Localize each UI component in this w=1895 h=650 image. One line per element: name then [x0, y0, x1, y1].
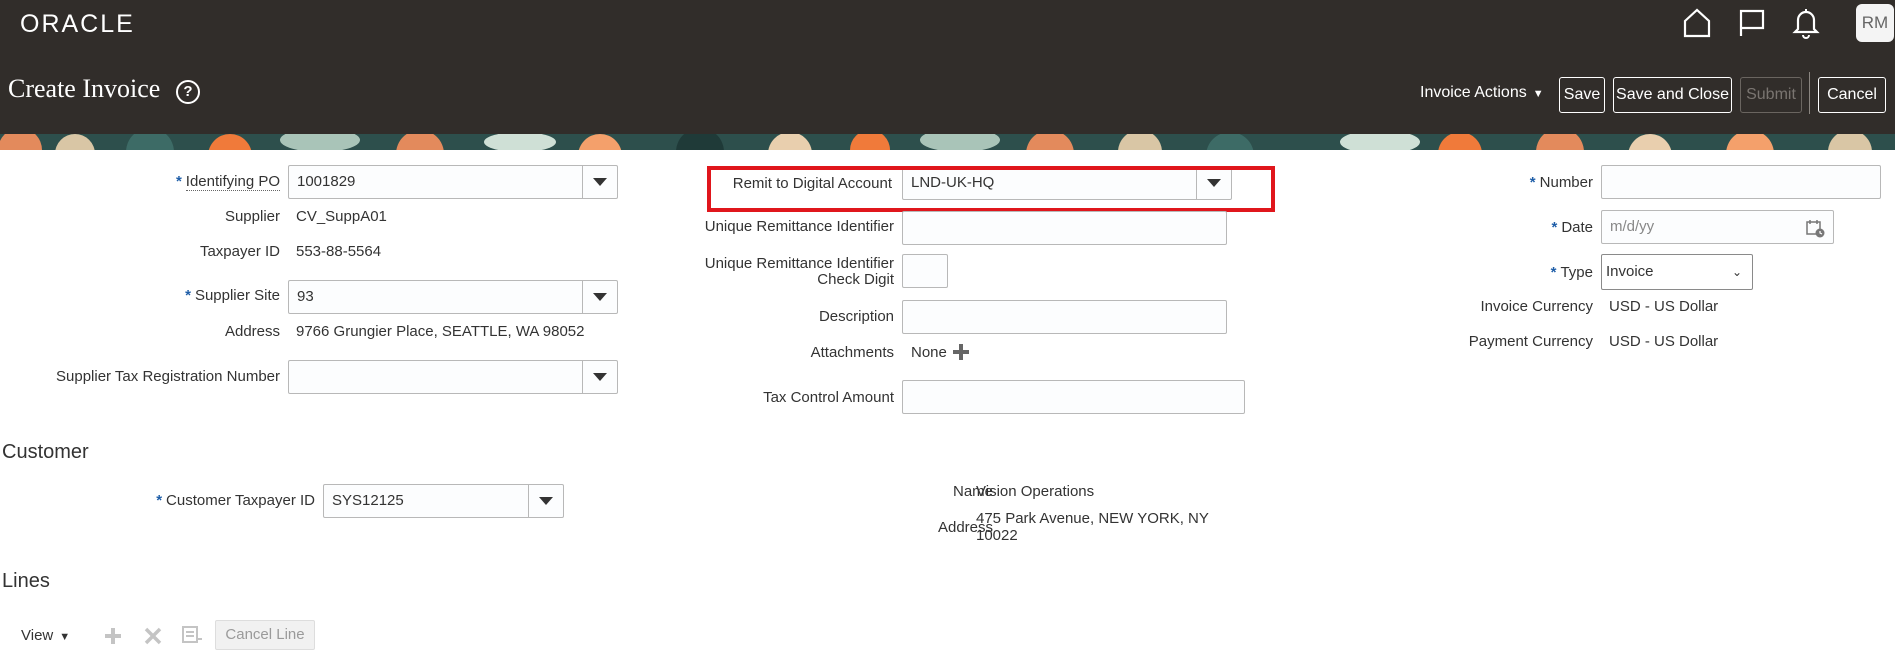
- attachments-label: Attachments: [810, 344, 894, 361]
- caret-down-icon: ▼: [59, 631, 71, 643]
- delete-line-icon[interactable]: [143, 626, 163, 646]
- lines-section-title: Lines: [2, 570, 50, 592]
- date-placeholder: m/d/yy: [1610, 218, 1655, 235]
- supplier-label: Supplier: [224, 208, 280, 225]
- address-label: Address: [224, 323, 280, 340]
- add-attachment-icon[interactable]: [952, 343, 970, 361]
- number-label-text: Number: [1539, 174, 1593, 191]
- check-digit-input[interactable]: [902, 254, 948, 288]
- check-digit-label-line2: Check Digit: [817, 271, 894, 288]
- attachments-value: None: [911, 344, 947, 361]
- tax-control-amount-input[interactable]: [902, 380, 1245, 414]
- chevron-down-icon[interactable]: [582, 281, 617, 313]
- user-avatar[interactable]: RM: [1856, 4, 1894, 42]
- tax-control-amount-label: Tax Control Amount: [763, 389, 894, 406]
- customer-address-value: 475 Park Avenue, NEW YORK, NY 10022: [976, 510, 1209, 544]
- add-line-icon[interactable]: [103, 626, 123, 646]
- customer-taxpayer-id-input[interactable]: SYS12125: [323, 484, 564, 518]
- invoice-currency-label: Invoice Currency: [1480, 298, 1593, 315]
- date-input[interactable]: m/d/yy: [1601, 210, 1834, 244]
- page-title: Create Invoice: [8, 74, 161, 103]
- description-input[interactable]: [902, 300, 1227, 334]
- submit-button[interactable]: Submit: [1740, 77, 1802, 113]
- address-value: 9766 Grungier Place, SEATTLE, WA 98052: [296, 323, 585, 340]
- flag-icon[interactable]: [1736, 6, 1768, 40]
- chevron-down-icon: ⌄: [1731, 265, 1742, 279]
- cancel-button[interactable]: Cancel: [1818, 77, 1886, 113]
- chevron-down-icon[interactable]: [582, 361, 617, 393]
- global-header: ORACLE RM Create Invoice ? Invoice Actio…: [0, 0, 1895, 134]
- oracle-logo[interactable]: ORACLE: [20, 10, 135, 39]
- supplier-site-value: 93: [297, 288, 314, 305]
- identifying-po-input[interactable]: 1001829: [288, 165, 618, 199]
- calendar-icon[interactable]: [1805, 218, 1825, 238]
- required-indicator: *: [1551, 219, 1558, 236]
- cancel-line-button[interactable]: Cancel Line: [215, 620, 315, 650]
- payment-currency-label: Payment Currency: [1468, 333, 1593, 350]
- save-button[interactable]: Save: [1559, 77, 1605, 113]
- edit-line-icon[interactable]: [181, 625, 203, 644]
- invoice-actions-label: Invoice Actions: [1420, 84, 1527, 101]
- highlight-box: [707, 166, 1275, 212]
- customer-name-value: Vision Operations: [976, 483, 1095, 500]
- number-input[interactable]: [1601, 165, 1881, 199]
- view-menu-label: View: [21, 627, 54, 644]
- customer-taxpayer-id-value: SYS12125: [332, 492, 404, 509]
- identifying-po-value: 1001829: [297, 173, 356, 190]
- supplier-site-label-text: Supplier Site: [194, 287, 280, 304]
- type-select[interactable]: Invoice ⌄: [1601, 254, 1753, 290]
- header-divider: [1809, 72, 1810, 114]
- customer-taxpayer-id-label-text: Customer Taxpayer ID: [166, 492, 315, 509]
- type-label-text: Type: [1560, 264, 1593, 281]
- decorative-banner: [0, 134, 1895, 150]
- unique-remittance-id-label: Unique Remittance Identifier: [704, 218, 894, 235]
- payment-currency-value: USD - US Dollar: [1609, 333, 1719, 350]
- check-digit-label-line1: Unique Remittance Identifier: [704, 255, 894, 272]
- required-indicator: *: [156, 492, 163, 509]
- bell-icon[interactable]: [1790, 6, 1822, 40]
- unique-remittance-id-input[interactable]: [902, 211, 1227, 245]
- taxpayer-id-value: 553-88-5564: [296, 243, 382, 260]
- supplier-site-label: * Supplier Site: [100, 287, 280, 304]
- help-icon[interactable]: ?: [176, 80, 200, 104]
- supplier-tax-reg-input[interactable]: [288, 360, 618, 394]
- check-digit-label: Unique Remittance Identifier Check Digit: [680, 256, 894, 288]
- type-value: Invoice: [1606, 263, 1654, 280]
- identifying-po-label: * Identifying PO: [100, 173, 280, 191]
- required-indicator: *: [1550, 264, 1557, 281]
- customer-taxpayer-id-label: * Customer Taxpayer ID: [120, 492, 315, 509]
- invoice-actions-menu[interactable]: Invoice Actions ▼: [1420, 84, 1544, 102]
- caret-down-icon: ▼: [1532, 88, 1544, 100]
- view-menu[interactable]: View ▼: [21, 627, 70, 644]
- date-label: * Date: [1440, 219, 1593, 236]
- taxpayer-id-label: Taxpayer ID: [199, 243, 280, 260]
- supplier-value: CV_SuppA01: [296, 208, 387, 225]
- chevron-down-icon[interactable]: [528, 485, 563, 517]
- chevron-down-icon[interactable]: [582, 166, 617, 198]
- identifying-po-label-text: Identifying PO: [185, 173, 280, 191]
- required-indicator: *: [175, 173, 182, 190]
- home-icon[interactable]: [1681, 6, 1713, 40]
- supplier-site-input[interactable]: 93: [288, 280, 618, 314]
- required-indicator: *: [185, 287, 191, 304]
- description-label: Description: [818, 308, 894, 325]
- date-label-text: Date: [1561, 219, 1593, 236]
- number-label: * Number: [1440, 174, 1593, 191]
- supplier-tax-reg-label: Supplier Tax Registration Number: [56, 368, 280, 385]
- customer-section-title: Customer: [2, 441, 89, 463]
- required-indicator: *: [1529, 174, 1536, 191]
- invoice-currency-value: USD - US Dollar: [1609, 298, 1719, 315]
- type-label: * Type: [1440, 264, 1593, 281]
- customer-address-line2: 10022: [976, 527, 1018, 544]
- save-and-close-button[interactable]: Save and Close: [1613, 77, 1732, 113]
- customer-address-line1: 475 Park Avenue, NEW YORK, NY: [976, 510, 1209, 527]
